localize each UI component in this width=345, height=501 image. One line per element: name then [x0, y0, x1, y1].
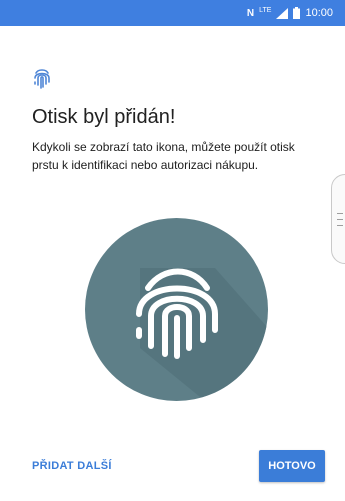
fingerprint-large-icon — [85, 218, 268, 401]
handle-line — [337, 213, 343, 214]
clock: 10:00 — [305, 7, 333, 19]
fingerprint-icon — [33, 68, 51, 90]
network-type-label: LTE — [259, 6, 272, 14]
edge-panel-handle[interactable] — [331, 174, 345, 264]
done-button[interactable]: HOTOVO — [259, 450, 325, 482]
nfc-indicator: N — [246, 7, 255, 19]
page-title: Otisk byl přidán! — [32, 106, 176, 128]
description-text: Kdykoli se zobrazí tato ikona, můžete po… — [32, 140, 295, 172]
signal-icon — [276, 7, 289, 19]
handle-line — [337, 219, 343, 220]
battery-icon — [293, 7, 301, 19]
add-another-button[interactable]: PŘIDAT DALŠÍ — [32, 460, 112, 472]
status-bar: N LTE 10:00 — [0, 0, 345, 26]
handle-line — [337, 225, 343, 226]
